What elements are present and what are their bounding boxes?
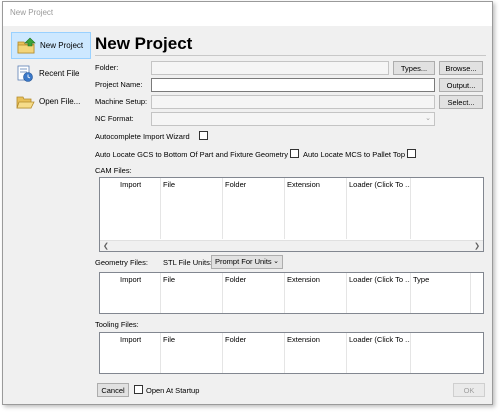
nc-format-dropdown[interactable]: ⌄ [151, 112, 435, 126]
cam-files-label: CAM Files: [95, 166, 132, 175]
folder-field[interactable] [151, 61, 389, 75]
column-header[interactable]: Folder [222, 333, 246, 346]
open-folder-icon [15, 93, 35, 111]
sidebar-item-open-file[interactable]: Open File... [11, 88, 91, 115]
column-divider [222, 333, 223, 373]
window-title: New Project [10, 8, 54, 17]
column-divider [410, 178, 411, 239]
cancel-button[interactable]: Cancel [97, 383, 129, 397]
column-header[interactable]: Type [410, 273, 429, 286]
column-divider [410, 273, 411, 313]
tooling-files-table[interactable]: Import File Folder Extension Loader (Cli… [99, 332, 484, 374]
new-project-icon [16, 37, 36, 55]
column-divider [284, 178, 285, 239]
column-header[interactable]: Loader (Click To ... [346, 178, 410, 191]
scroll-right-icon[interactable]: ❯ [474, 242, 480, 250]
column-header[interactable]: File [160, 333, 175, 346]
column-header[interactable]: Extension [284, 333, 320, 346]
select-button[interactable]: Select... [439, 95, 483, 109]
column-header[interactable]: Import [117, 333, 141, 346]
column-header[interactable]: Loader (Click To ... [346, 333, 410, 346]
auto-gcs-label: Auto Locate GCS to Bottom Of Part and Fi… [95, 150, 289, 159]
column-header[interactable]: Loader (Click To ... [346, 273, 410, 286]
machine-setup-label: Machine Setup: [95, 97, 148, 106]
horizontal-scrollbar[interactable]: ❮ ❯ [100, 240, 483, 251]
machine-setup-field[interactable] [151, 95, 435, 109]
page-title: New Project [95, 34, 193, 53]
column-divider [346, 333, 347, 373]
folder-label: Folder: [95, 63, 119, 72]
stl-units-label: STL File Units: [163, 258, 212, 267]
column-divider [284, 273, 285, 313]
auto-mcs-checkbox[interactable] [407, 149, 416, 158]
geometry-files-label: Geometry Files: [95, 258, 148, 267]
title-divider [95, 55, 486, 56]
scroll-left-icon[interactable]: ❮ [103, 242, 109, 250]
cam-files-table[interactable]: Import File Folder Extension Loader (Cli… [99, 177, 484, 252]
auto-gcs-checkbox[interactable] [290, 149, 299, 158]
ok-button[interactable]: OK [453, 383, 485, 397]
auto-mcs-label: Auto Locate MCS to Pallet Top [303, 150, 406, 159]
autocomplete-checkbox[interactable] [199, 131, 208, 140]
column-divider [160, 178, 161, 239]
autocomplete-label: Autocomplete Import Wizard [95, 132, 190, 141]
column-header[interactable]: Folder [222, 178, 246, 191]
recent-file-icon [15, 65, 35, 83]
open-at-startup-label: Open At Startup [146, 386, 200, 395]
column-divider [346, 273, 347, 313]
project-name-label: Project Name: [95, 80, 143, 89]
column-header[interactable]: Extension [284, 273, 320, 286]
nc-format-label: NC Format: [95, 114, 134, 123]
column-header[interactable]: Folder [222, 273, 246, 286]
column-divider [346, 178, 347, 239]
sidebar-item-label: Recent File [39, 69, 80, 78]
column-divider [160, 273, 161, 313]
output-button[interactable]: Output... [439, 78, 483, 92]
column-header[interactable]: File [160, 178, 175, 191]
stl-units-value: Prompt For Units [215, 257, 272, 266]
sidebar: New Project Recent File Open File... [11, 30, 91, 394]
sidebar-item-new-project[interactable]: New Project [11, 32, 91, 59]
column-header[interactable]: Import [117, 178, 141, 191]
column-divider [410, 333, 411, 373]
browse-button[interactable]: Browse... [439, 61, 483, 75]
column-divider [222, 178, 223, 239]
open-at-startup-checkbox[interactable] [134, 385, 143, 394]
column-divider [470, 273, 471, 313]
geometry-files-table[interactable]: Import File Folder Extension Loader (Cli… [99, 272, 484, 314]
stl-units-dropdown[interactable]: Prompt For Units ⌄ [211, 255, 283, 269]
column-divider [222, 273, 223, 313]
tooling-files-label: Tooling Files: [95, 320, 139, 329]
chevron-down-icon: ⌄ [425, 115, 431, 122]
sidebar-item-label: Open File... [39, 97, 81, 106]
new-project-window: New Project New Project Recent File Open… [2, 1, 493, 405]
column-header[interactable]: Extension [284, 178, 320, 191]
sidebar-item-recent-file[interactable]: Recent File [11, 60, 91, 87]
column-divider [160, 333, 161, 373]
title-bar: New Project [3, 2, 492, 26]
column-header[interactable]: Import [117, 273, 141, 286]
column-header[interactable]: File [160, 273, 175, 286]
types-button[interactable]: Types... [393, 61, 435, 75]
project-name-field[interactable] [151, 78, 435, 92]
sidebar-item-label: New Project [40, 41, 84, 50]
chevron-down-icon: ⌄ [273, 258, 279, 265]
column-divider [284, 333, 285, 373]
